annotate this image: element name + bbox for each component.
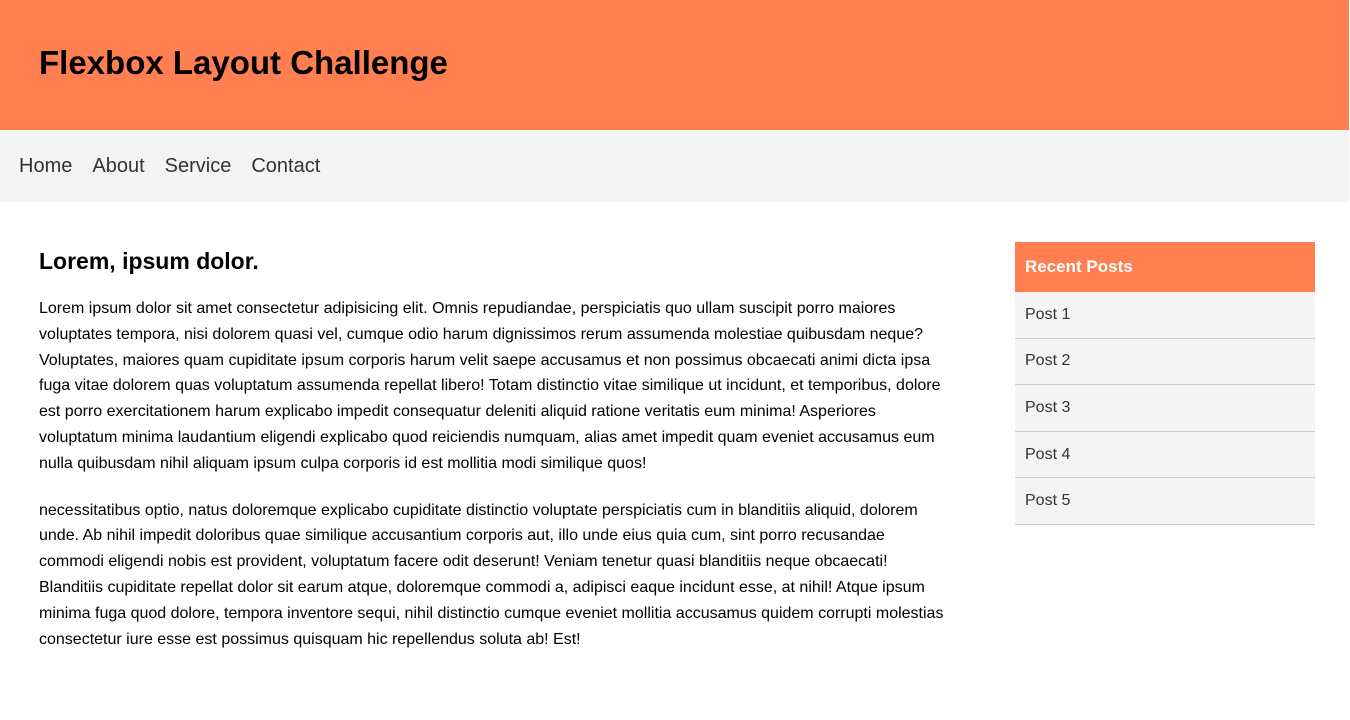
recent-post-item-5[interactable]: Post 5 — [1015, 478, 1315, 525]
page-title: Flexbox Layout Challenge — [39, 44, 448, 81]
main-content: Lorem, ipsum dolor. Lorem ipsum dolor si… — [39, 242, 945, 652]
nav-link-service[interactable]: Service — [165, 155, 232, 178]
recent-posts-title: Recent Posts — [1015, 242, 1315, 292]
article-paragraph-1: Lorem ipsum dolor sit amet consectetur a… — [39, 300, 941, 472]
page: Flexbox Layout Challenge Home About Serv… — [0, 0, 1350, 720]
main-navigation: Home About Service Contact — [0, 130, 1349, 202]
recent-post-item-1[interactable]: Post 1 — [1015, 292, 1315, 339]
nav-link-contact[interactable]: Contact — [251, 155, 320, 178]
content-container: Lorem, ipsum dolor. Lorem ipsum dolor si… — [0, 202, 1350, 652]
nav-link-about[interactable]: About — [92, 155, 144, 178]
article-heading: Lorem, ipsum dolor. — [39, 248, 259, 274]
recent-post-item-4[interactable]: Post 4 — [1015, 431, 1315, 479]
recent-posts-list: Post 1 Post 2 Post 3 Post 4 Post 5 — [1015, 292, 1315, 525]
article-paragraph-2: necessitatibus optio, natus doloremque e… — [39, 501, 944, 648]
recent-post-item-2[interactable]: Post 2 — [1015, 338, 1315, 386]
sidebar: Recent Posts Post 1 Post 2 Post 3 Post 4… — [1015, 242, 1315, 652]
nav-link-home[interactable]: Home — [19, 155, 72, 178]
site-header: Flexbox Layout Challenge — [0, 0, 1349, 130]
recent-post-item-3[interactable]: Post 3 — [1015, 385, 1315, 432]
